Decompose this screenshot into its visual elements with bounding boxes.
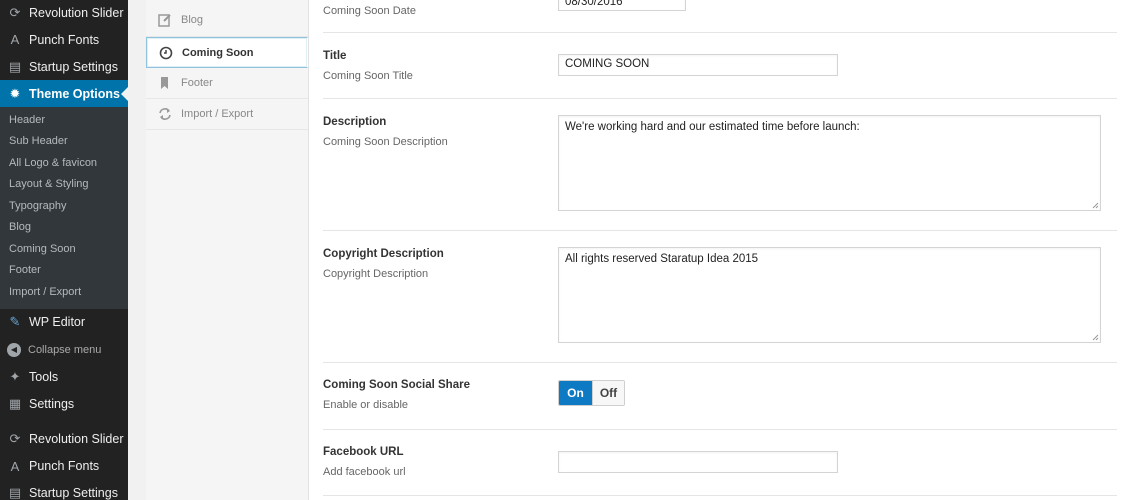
wrench-icon: ✦ (9, 369, 21, 384)
menu-label: Collapse menu (28, 343, 102, 356)
collapse-icon: ◀ (7, 342, 21, 357)
field-label: Copyright Description (323, 248, 444, 260)
resize-handle-icon[interactable] (1091, 333, 1099, 341)
textarea-value: All rights reserved Staratup Idea 2015 (565, 253, 759, 265)
field-description: Coming Soon Date (323, 5, 416, 17)
menu-label: Startup Settings (29, 59, 118, 74)
textarea-value: We're working hard and our estimated tim… (565, 121, 860, 133)
field-label: Coming Soon Social Share (323, 379, 470, 391)
field-label: Title (323, 50, 347, 62)
submenu-logo-favicon[interactable]: All Logo & favicon (0, 152, 128, 174)
menu-revolution-slider[interactable]: ⟳ Revolution Slider (0, 0, 128, 26)
field-row-description: Description Coming Soon Description We'r… (323, 99, 1117, 231)
menu-label: Theme Options (29, 86, 120, 101)
gear-icon: ✹ (9, 85, 21, 101)
date-input[interactable]: 08/30/2016 (558, 0, 686, 11)
submenu-sub-header[interactable]: Sub Header (0, 131, 128, 153)
submenu-import-export[interactable]: Import / Export (0, 281, 128, 303)
menu-label: Tools (29, 370, 59, 384)
tab-label: Footer (181, 77, 213, 89)
field-row-social-share: Coming Soon Social Share Enable or disab… (323, 363, 1117, 430)
menu-revolution-slider-2[interactable]: ⟳ Revolution Slider (0, 426, 128, 453)
menu-startup-settings[interactable]: ▤ Startup Settings (0, 53, 128, 80)
field-description: Copyright Description (323, 268, 429, 280)
submenu-layout-styling[interactable]: Layout & Styling (0, 174, 128, 196)
tab-import-export[interactable]: Import / Export (146, 99, 308, 130)
sync-icon (157, 107, 172, 122)
menu-label: Startup Settings (29, 486, 118, 500)
tab-label: Coming Soon (182, 46, 254, 59)
menu-label: Revolution Slider (29, 432, 124, 446)
refresh-icon: ⟳ (9, 4, 21, 20)
font-icon: A (10, 458, 20, 474)
submenu-blog[interactable]: Blog (0, 217, 128, 239)
field-label: Description (323, 116, 387, 128)
menu-wp-editor[interactable]: ✎ WP Editor (0, 309, 128, 336)
menu-label: Punch Fonts (29, 459, 100, 473)
field-description: Coming Soon Description (323, 136, 448, 148)
title-input[interactable]: COMING SOON (558, 54, 838, 76)
menu-label: Settings (29, 397, 75, 411)
list-icon: ▤ (8, 58, 22, 74)
field-row-facebook: Facebook URL Add facebook url (323, 430, 1117, 496)
pencil-icon: ✎ (9, 314, 21, 329)
facebook-url-input[interactable] (558, 451, 838, 473)
clock-icon (158, 45, 173, 60)
tab-label: Import / Export (181, 108, 254, 120)
tab-coming-soon[interactable]: Coming Soon (146, 37, 308, 68)
menu-label: Punch Fonts (29, 32, 100, 47)
description-textarea[interactable]: We're working hard and our estimated tim… (558, 115, 1101, 211)
options-content: Coming Soon Date 08/30/2016 Title Coming… (309, 0, 1140, 500)
field-row-title: Title Coming Soon Title COMING SOON (323, 33, 1117, 99)
refresh-icon: ⟳ (9, 431, 21, 446)
field-description: Coming Soon Title (323, 70, 413, 82)
settings-icon: ▦ (8, 396, 22, 411)
menu-punch-fonts[interactable]: A Punch Fonts (0, 26, 128, 53)
menu-label: WP Editor (29, 315, 86, 329)
admin-sidebar: ⟳ Revolution Slider A Punch Fonts ▤ Star… (0, 0, 128, 500)
submenu-header[interactable]: Header (0, 109, 128, 131)
edit-icon (157, 13, 172, 28)
social-share-toggle[interactable]: On Off (558, 380, 625, 406)
menu-startup-settings-2[interactable]: ▤ Startup Settings (0, 480, 128, 500)
menu-settings[interactable]: ▦ Settings (0, 391, 128, 418)
bookmark-icon (157, 76, 172, 91)
options-tab-column: Blog Coming Soon Footer Import / Export (146, 0, 309, 500)
menu-punch-fonts-2[interactable]: A Punch Fonts (0, 453, 128, 480)
submenu-typography[interactable]: Typography (0, 195, 128, 217)
field-label: Facebook URL (323, 446, 404, 458)
field-row-date: Coming Soon Date 08/30/2016 (323, 0, 1117, 33)
menu-theme-options[interactable]: ✹ Theme Options (0, 80, 128, 107)
font-icon: A (10, 32, 20, 47)
resize-handle-icon[interactable] (1091, 201, 1099, 209)
tab-blog[interactable]: Blog (146, 0, 308, 37)
submenu-coming-soon[interactable]: Coming Soon (0, 238, 128, 260)
tab-footer[interactable]: Footer (146, 68, 308, 99)
field-description: Add facebook url (323, 466, 406, 478)
field-row-copyright: Copyright Description Copyright Descript… (323, 231, 1117, 363)
toggle-off-button[interactable]: Off (592, 381, 624, 405)
toggle-on-button[interactable]: On (559, 381, 592, 405)
theme-options-submenu: Header Sub Header All Logo & favicon Lay… (0, 107, 128, 309)
menu-tools[interactable]: ✦ Tools (0, 364, 128, 391)
copyright-textarea[interactable]: All rights reserved Staratup Idea 2015 (558, 247, 1101, 343)
menu-label: Revolution Slider (29, 5, 124, 20)
collapse-menu-button[interactable]: ◀ Collapse menu (0, 336, 128, 364)
submenu-footer[interactable]: Footer (0, 260, 128, 282)
list-icon: ▤ (8, 485, 22, 500)
tab-label: Blog (181, 14, 204, 26)
field-description: Enable or disable (323, 399, 409, 411)
